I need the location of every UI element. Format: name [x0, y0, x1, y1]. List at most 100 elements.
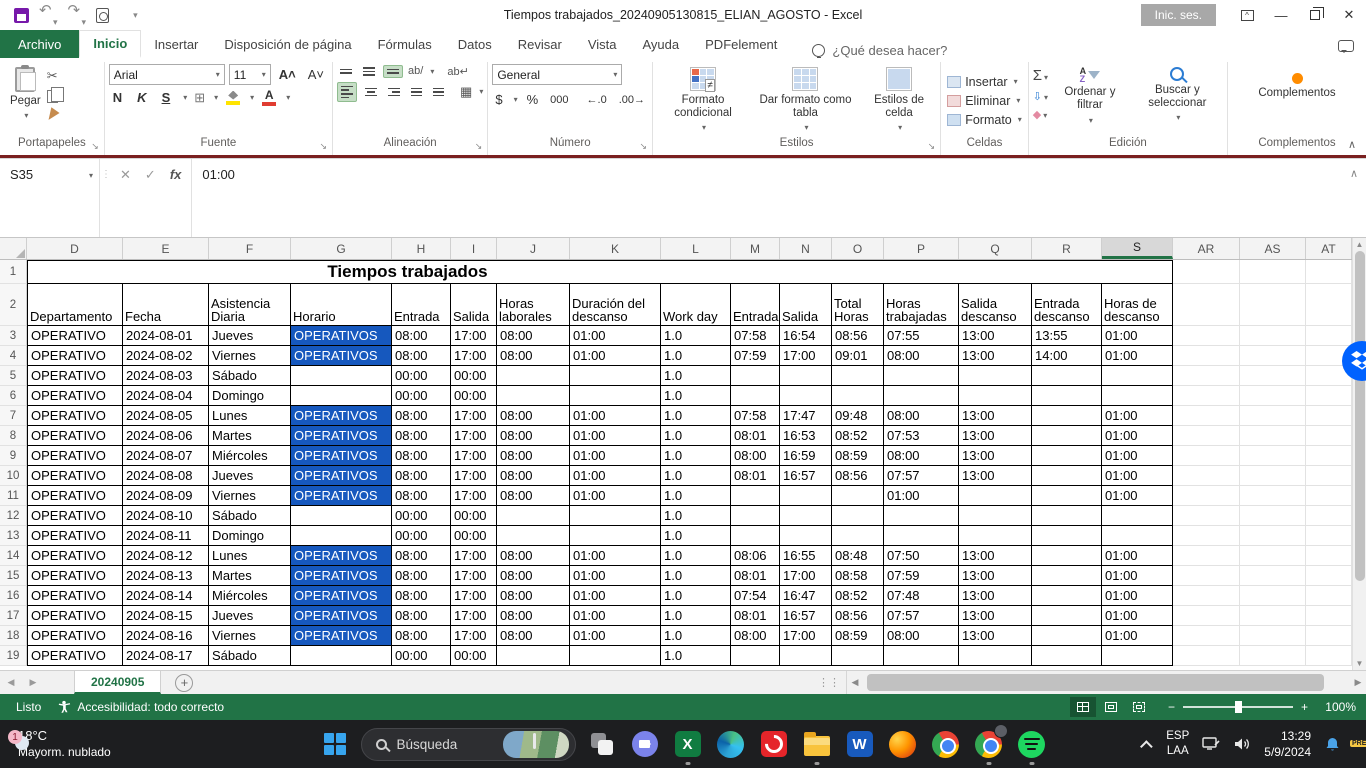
cell[interactable]: 01:00 [570, 446, 661, 466]
cell[interactable] [497, 366, 570, 386]
cell[interactable]: 09:01 [832, 346, 884, 366]
cell[interactable]: OPERATIVOS [291, 566, 392, 586]
cell[interactable] [1173, 466, 1240, 486]
cell[interactable]: OPERATIVOS [291, 606, 392, 626]
cell[interactable] [780, 646, 832, 666]
header-cell[interactable]: Fecha [123, 284, 209, 326]
cell[interactable]: OPERATIVO [27, 606, 123, 626]
column-header-J[interactable]: J [497, 238, 570, 259]
cell[interactable]: 08:00 [497, 426, 570, 446]
cell[interactable]: Viernes [209, 626, 291, 646]
cell[interactable]: 16:54 [780, 326, 832, 346]
header-cell[interactable]: Horas de descanso [1102, 284, 1173, 326]
cell[interactable] [291, 386, 392, 406]
chat-button[interactable] [628, 727, 662, 761]
cell[interactable]: 2024-08-11 [123, 526, 209, 546]
cell[interactable]: 08:58 [832, 566, 884, 586]
cell[interactable]: 2024-08-07 [123, 446, 209, 466]
cell[interactable] [1102, 506, 1173, 526]
increase-decimal-icon[interactable]: ←.0 [584, 93, 610, 107]
close-button[interactable]: ✕ [1332, 0, 1366, 30]
cell[interactable] [832, 366, 884, 386]
cell[interactable]: 1.0 [661, 586, 731, 606]
cell[interactable]: 00:00 [451, 646, 497, 666]
tab-scroll-splitter[interactable]: ⋮⋮ [812, 671, 846, 694]
cell[interactable]: 07:59 [884, 566, 959, 586]
comments-icon[interactable] [1338, 40, 1354, 52]
cell[interactable]: 08:01 [731, 606, 780, 626]
cell[interactable] [1306, 646, 1352, 666]
chrome-profile-taskbar-icon[interactable] [972, 727, 1006, 761]
cell[interactable]: 01:00 [1102, 626, 1173, 646]
cell[interactable]: 01:00 [570, 626, 661, 646]
cell[interactable]: 08:00 [884, 446, 959, 466]
cell[interactable]: 01:00 [570, 346, 661, 366]
column-header-P[interactable]: P [884, 238, 959, 259]
volume-tray-icon[interactable] [1233, 736, 1251, 752]
cell[interactable] [884, 506, 959, 526]
sheet-nav-left-icon[interactable]: ◀ [0, 671, 22, 694]
cell[interactable]: Jueves [209, 606, 291, 626]
normal-view-icon[interactable] [1070, 697, 1096, 717]
cell[interactable] [291, 646, 392, 666]
cell[interactable]: 08:48 [832, 546, 884, 566]
tab-disposicion[interactable]: Disposición de página [211, 30, 364, 58]
tray-chevron-icon[interactable] [1140, 740, 1153, 753]
cell[interactable] [1240, 566, 1306, 586]
cell[interactable]: 17:00 [451, 426, 497, 446]
cell[interactable] [832, 386, 884, 406]
cell[interactable] [1306, 606, 1352, 626]
cell[interactable] [1173, 546, 1240, 566]
row-header-14[interactable]: 14 [0, 546, 27, 566]
cell[interactable]: OPERATIVOS [291, 486, 392, 506]
formula-bar-collapse-icon[interactable]: ∧ [1350, 167, 1358, 180]
cell[interactable] [959, 366, 1032, 386]
cell[interactable] [291, 366, 392, 386]
column-header-D[interactable]: D [27, 238, 123, 259]
cell[interactable]: 08:00 [731, 446, 780, 466]
cell[interactable] [497, 386, 570, 406]
cell[interactable] [1240, 346, 1306, 366]
cell[interactable]: 08:52 [832, 586, 884, 606]
cell[interactable]: 07:48 [884, 586, 959, 606]
header-cell[interactable]: Horario [291, 284, 392, 326]
cell[interactable]: OPERATIVO [27, 526, 123, 546]
cell[interactable]: 08:00 [884, 346, 959, 366]
cell[interactable]: 08:00 [497, 326, 570, 346]
insert-cells-button[interactable]: Insertar▾ [945, 72, 1019, 91]
cell[interactable]: 01:00 [570, 606, 661, 626]
cell[interactable] [570, 366, 661, 386]
cell[interactable]: 00:00 [451, 366, 497, 386]
cell[interactable]: 01:00 [570, 406, 661, 426]
cell[interactable]: OPERATIVO [27, 506, 123, 526]
cell[interactable]: 08:59 [832, 446, 884, 466]
column-header-I[interactable]: I [451, 238, 497, 259]
start-button[interactable] [318, 727, 352, 761]
cell[interactable]: OPERATIVO [27, 466, 123, 486]
cell[interactable] [731, 526, 780, 546]
cell[interactable]: 16:47 [780, 586, 832, 606]
header-cell[interactable]: Salida [451, 284, 497, 326]
cell[interactable]: 08:56 [832, 466, 884, 486]
cell[interactable] [731, 366, 780, 386]
cell[interactable] [1240, 506, 1306, 526]
cell[interactable] [1173, 284, 1240, 326]
cell[interactable]: 13:00 [959, 546, 1032, 566]
cell[interactable] [780, 486, 832, 506]
row-header-18[interactable]: 18 [0, 626, 27, 646]
cell[interactable] [1240, 526, 1306, 546]
cell[interactable]: 08:00 [392, 566, 451, 586]
cell[interactable]: 1.0 [661, 406, 731, 426]
name-box-splitter[interactable]: ⋮ [100, 159, 112, 237]
cell[interactable]: Viernes [209, 486, 291, 506]
cell[interactable]: 1.0 [661, 486, 731, 506]
cell[interactable]: 08:01 [731, 566, 780, 586]
cell[interactable]: 08:01 [731, 426, 780, 446]
cell[interactable] [1240, 606, 1306, 626]
cell[interactable]: OPERATIVO [27, 326, 123, 346]
clock[interactable]: 13:295/9/2024 [1264, 728, 1311, 760]
cell[interactable] [1032, 486, 1102, 506]
header-cell[interactable]: Departamento [27, 284, 123, 326]
increase-font-icon[interactable]: A˄ [275, 66, 300, 83]
cell[interactable]: 01:00 [884, 486, 959, 506]
